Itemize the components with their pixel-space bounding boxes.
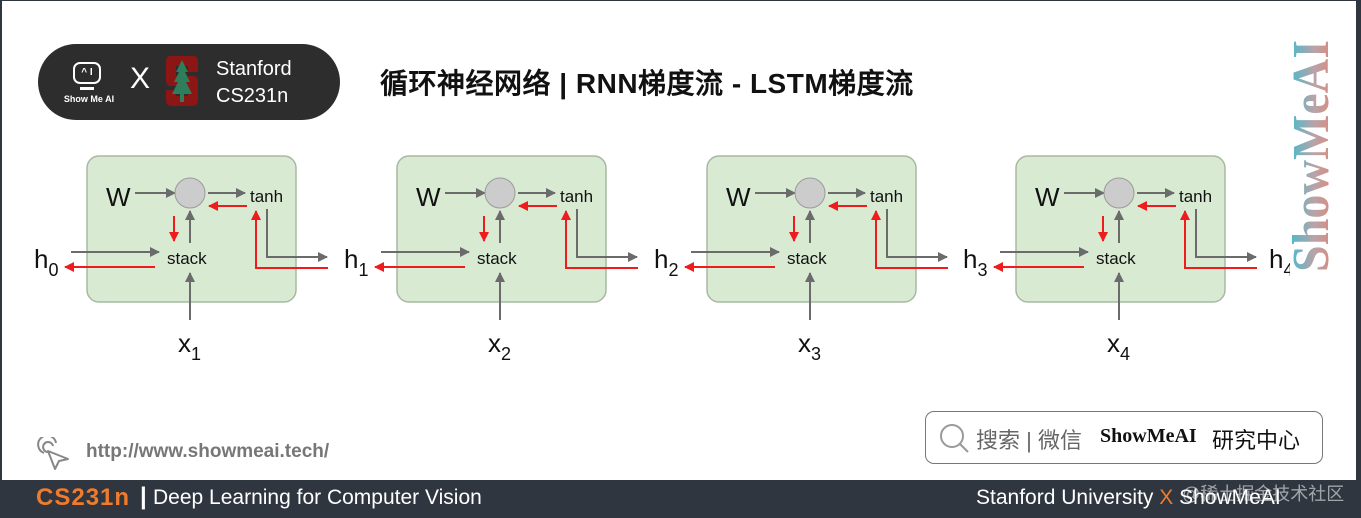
header-badge: ^ I Show Me AI X Stanford CS231n bbox=[38, 44, 340, 120]
juejin-watermark: @稀土掘金技术社区 bbox=[1182, 484, 1345, 504]
search-brand: ShowMeAI bbox=[1100, 425, 1197, 447]
showmeai-logo: ^ I Show Me AI bbox=[58, 60, 114, 110]
input-label: x4 bbox=[1107, 328, 1130, 364]
stack-label: stack bbox=[477, 249, 517, 268]
hidden-in-label: h1 bbox=[344, 244, 368, 280]
input-label: x3 bbox=[798, 328, 821, 364]
stanford-logo-icon bbox=[166, 56, 198, 106]
tanh-label: tanh bbox=[560, 187, 593, 206]
stack-label: stack bbox=[787, 249, 827, 268]
rnn-cell-4: Wtanh stack x4 h3 bbox=[963, 155, 1257, 364]
showmeai-logo-text: Show Me AI bbox=[63, 94, 115, 104]
course-code-label: CS231n bbox=[216, 85, 289, 107]
page-title: 循环神经网络 | RNN梯度流 - LSTM梯度流 bbox=[380, 68, 914, 99]
stack-label: stack bbox=[167, 249, 207, 268]
showmeai-watermark: ShowMeAI bbox=[1283, 40, 1340, 272]
hidden-in-label: h0 bbox=[34, 244, 58, 280]
multiply-node bbox=[484, 177, 516, 209]
input-label: x2 bbox=[488, 328, 511, 364]
tanh-label: tanh bbox=[870, 187, 903, 206]
rnn-cell-1: Wtanh stack x1 h0 bbox=[34, 155, 328, 364]
footer-subtitle: Deep Learning for Computer Vision bbox=[153, 486, 482, 509]
frame-right-border bbox=[1356, 0, 1361, 480]
footer-separator: | bbox=[140, 483, 147, 510]
footer-bar: CS231n | Deep Learning for Computer Visi… bbox=[0, 480, 1361, 518]
rnn-cell-2: Wtanh stack x2 h1 bbox=[344, 155, 638, 364]
weight-label: W bbox=[726, 182, 751, 212]
multiply-node bbox=[1103, 177, 1135, 209]
stack-label: stack bbox=[1096, 249, 1136, 268]
multiply-node bbox=[174, 177, 206, 209]
cursor-click-icon bbox=[37, 437, 69, 470]
multiply-node bbox=[794, 177, 826, 209]
search-icon bbox=[940, 424, 969, 453]
weight-label: W bbox=[106, 182, 131, 212]
footer-course: CS231n bbox=[36, 484, 131, 511]
hidden-in-label: h3 bbox=[963, 244, 987, 280]
tanh-label: tanh bbox=[1179, 187, 1212, 206]
watermark-text: ShowMeAI bbox=[1283, 40, 1340, 272]
stanford-label: Stanford bbox=[216, 58, 292, 80]
input-label: x1 bbox=[178, 328, 201, 364]
footer-university: Stanford University bbox=[976, 486, 1154, 509]
search-suffix: 研究中心 bbox=[1212, 428, 1301, 453]
showmeai-stand-icon bbox=[80, 87, 94, 90]
hidden-in-label: h2 bbox=[654, 244, 678, 280]
weight-label: W bbox=[416, 182, 441, 212]
website-url[interactable]: http://www.showmeai.tech/ bbox=[86, 441, 329, 463]
rnn-gradient-flow-diagram: Wtanh stack x1 h0 W tanh stack x2 h1 W tanh stack x3… bbox=[34, 155, 1290, 364]
frame-top-border bbox=[0, 0, 1361, 1]
footer-cross: X bbox=[1159, 486, 1174, 509]
showmeai-screen-icon: ^ I bbox=[73, 62, 101, 84]
stanford-course-text: Stanford CS231n bbox=[216, 56, 292, 110]
wechat-search-box[interactable]: 搜索 | 微信 ShowMeAI 研究中心 bbox=[925, 411, 1323, 464]
weight-label: W bbox=[1035, 182, 1060, 212]
rnn-cell-3: Wtanh stack x3 h2 bbox=[654, 155, 948, 364]
tanh-label: tanh bbox=[250, 187, 283, 206]
search-prefix: 搜索 | 微信 bbox=[976, 428, 1082, 453]
cross-mark: X bbox=[130, 62, 151, 95]
